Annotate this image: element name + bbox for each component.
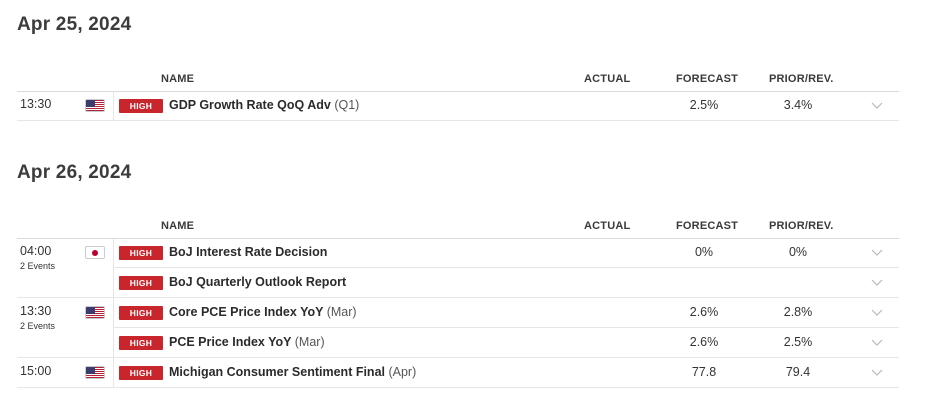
us-flag-icon	[85, 99, 105, 112]
column-forecast: FORECAST	[676, 73, 739, 85]
event-row[interactable]: 15:00 HIGH Michigan Consumer Sentiment F…	[0, 358, 945, 388]
chevron-down-icon[interactable]	[870, 365, 884, 379]
japan-flag-icon	[85, 246, 105, 259]
importance-badge: HIGH	[119, 246, 163, 260]
column-prior: PRIOR/REV.	[769, 73, 834, 85]
column-prior: PRIOR/REV.	[769, 220, 834, 232]
column-header-row: NAME ACTUAL FORECAST PRIOR/REV.	[0, 216, 945, 238]
column-name: NAME	[161, 73, 195, 85]
event-prior: 3.4%	[783, 98, 813, 112]
event-name[interactable]: Michigan Consumer Sentiment Final (Apr)	[169, 365, 416, 379]
event-row[interactable]: 13:30 HIGH GDP Growth Rate QoQ Adv (Q1) …	[0, 91, 945, 121]
chevron-down-icon[interactable]	[870, 245, 884, 259]
event-prior: 2.5%	[783, 335, 813, 349]
column-actual: ACTUAL	[584, 73, 631, 85]
event-forecast: 0%	[694, 245, 714, 259]
event-row[interactable]: HIGH PCE Price Index YoY (Mar) 2.6% 2.5%	[0, 328, 945, 358]
event-row[interactable]: 04:00 2 Events HIGH BoJ Interest Rate De…	[0, 238, 945, 271]
chevron-down-icon[interactable]	[870, 98, 884, 112]
event-name[interactable]: BoJ Quarterly Outlook Report	[169, 275, 346, 289]
column-forecast: FORECAST	[676, 220, 739, 232]
event-time: 15:00	[20, 364, 52, 378]
event-row[interactable]: HIGH BoJ Quarterly Outlook Report	[0, 268, 945, 298]
importance-badge: HIGH	[119, 336, 163, 350]
chevron-down-icon[interactable]	[870, 275, 884, 289]
event-prior: 0%	[788, 245, 808, 259]
event-time: 04:00	[20, 244, 52, 258]
importance-badge: HIGH	[119, 366, 163, 380]
event-name[interactable]: PCE Price Index YoY (Mar)	[169, 335, 325, 349]
event-forecast: 2.5%	[689, 98, 719, 112]
date-heading: Apr 26, 2024	[17, 162, 132, 183]
row-divider	[17, 387, 899, 388]
row-divider	[17, 120, 899, 121]
column-actual: ACTUAL	[584, 220, 631, 232]
event-time: 13:30	[20, 304, 52, 318]
column-header-row: NAME ACTUAL FORECAST PRIOR/REV.	[0, 69, 945, 91]
us-flag-icon	[85, 366, 105, 379]
event-name[interactable]: Core PCE Price Index YoY (Mar)	[169, 305, 357, 319]
event-forecast: 2.6%	[689, 305, 719, 319]
event-time: 13:30	[20, 97, 52, 111]
event-name[interactable]: BoJ Interest Rate Decision	[169, 245, 327, 259]
importance-badge: HIGH	[119, 276, 163, 290]
importance-badge: HIGH	[119, 99, 163, 113]
event-forecast: 2.6%	[689, 335, 719, 349]
chevron-down-icon[interactable]	[870, 305, 884, 319]
event-row[interactable]: 13:30 2 Events HIGH Core PCE Price Index…	[0, 298, 945, 331]
event-name[interactable]: GDP Growth Rate QoQ Adv (Q1)	[169, 98, 359, 112]
us-flag-icon	[85, 306, 105, 319]
event-prior: 2.8%	[783, 305, 813, 319]
column-name: NAME	[161, 220, 195, 232]
date-heading: Apr 25, 2024	[17, 14, 132, 35]
importance-badge: HIGH	[119, 306, 163, 320]
event-forecast: 77.8	[691, 365, 717, 379]
event-prior: 79.4	[785, 365, 811, 379]
chevron-down-icon[interactable]	[870, 335, 884, 349]
